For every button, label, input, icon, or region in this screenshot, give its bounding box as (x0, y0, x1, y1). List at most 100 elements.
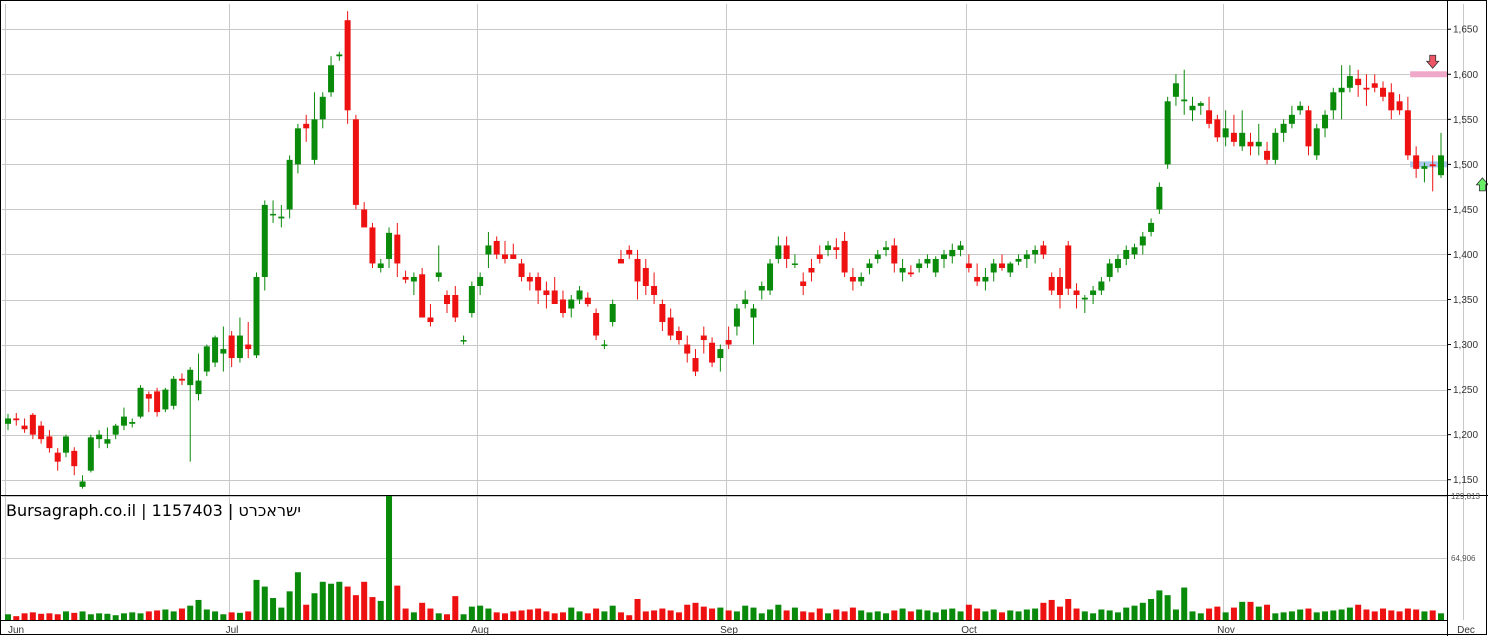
volume-bar (1222, 612, 1229, 620)
volume-bar (112, 615, 119, 620)
y-tick-label: 1,350 (1453, 295, 1478, 306)
price-series (5, 11, 1444, 489)
volume-bar (675, 612, 682, 620)
volume-bar (468, 606, 475, 620)
volume-bar (1023, 609, 1030, 620)
candle-body (1230, 132, 1237, 142)
volume-bar (518, 610, 525, 620)
volume-bar (1346, 607, 1353, 620)
volume-bar (54, 614, 61, 620)
candle-body (733, 308, 740, 327)
volume-bar (758, 613, 765, 620)
candle-body (941, 254, 948, 259)
candle-body (79, 481, 86, 487)
candle-body (1421, 166, 1428, 169)
volume-bar (261, 586, 268, 620)
volume-bar (79, 611, 86, 620)
candle-body (311, 119, 318, 160)
volume-bar (460, 614, 467, 620)
candle-body (1438, 155, 1444, 176)
candle-body (344, 20, 351, 111)
volume-bar (949, 608, 956, 620)
candle-body (261, 204, 268, 277)
volume-bar (1040, 602, 1047, 620)
candle-body (386, 232, 393, 259)
y-tick-label: 1,650 (1453, 25, 1478, 36)
candle-body (319, 96, 326, 120)
y-tick-label: 1,300 (1453, 340, 1478, 351)
volume-bar (1172, 609, 1179, 620)
volume-bar (659, 608, 666, 620)
candlestick-chart: 1,150 1,200 1,250 1,300 1,350 1,400 1,450 1,500… (0, 0, 1488, 636)
volume-bar (278, 607, 285, 620)
volume-bar (783, 610, 790, 620)
volume-bar (551, 613, 558, 620)
volume-bar (178, 608, 185, 620)
volume-bar (1156, 590, 1163, 620)
candle-body (883, 247, 890, 250)
candle-body (1081, 297, 1088, 300)
candle-body (1380, 87, 1387, 97)
volume-bar (402, 608, 409, 620)
volume-bar (104, 613, 111, 620)
candle-body (112, 425, 119, 435)
candle-body (154, 391, 161, 413)
volume-bar (394, 585, 401, 620)
chart-title: Bursagraph.co.il | 1157403 | ישראכרט (6, 501, 301, 520)
candle-body (328, 65, 335, 93)
candle-body (1247, 141, 1254, 147)
candle-body (1322, 114, 1329, 129)
candle-body (709, 342, 716, 363)
candle-body (717, 349, 724, 359)
volume-bar (129, 612, 136, 620)
candle-body (692, 358, 699, 372)
volume-bar (410, 612, 417, 620)
volume-bar (601, 611, 608, 620)
volume-bar (1421, 611, 1428, 620)
volume-bar (883, 613, 890, 620)
sell-arrow (1425, 54, 1440, 69)
candle-body (742, 299, 749, 305)
candle-body (576, 290, 583, 300)
candle-body (1139, 236, 1146, 246)
y-tick-label: 1,150 (1453, 475, 1478, 486)
volume-bar (800, 611, 807, 620)
volume-bar (584, 613, 591, 620)
candle-body (874, 254, 881, 259)
volume-bar (982, 611, 989, 620)
volume-bar (1355, 604, 1362, 620)
candle-body (1346, 76, 1353, 88)
candle-body (1404, 110, 1411, 156)
volume-bar (642, 611, 649, 620)
volume-bar (941, 609, 948, 620)
volume-bar (990, 609, 997, 620)
y-tick-label: 1,500 (1453, 160, 1478, 171)
volume-bar (1322, 611, 1329, 620)
candle-body (659, 304, 666, 323)
volume-bar (1338, 609, 1345, 620)
volume-bar (932, 612, 939, 620)
candle-body (104, 439, 111, 444)
candle-body (1388, 92, 1395, 111)
volume-bar (62, 611, 69, 620)
volume-bar (220, 614, 227, 620)
candle-body (369, 227, 376, 264)
candle-body (278, 216, 285, 219)
candle-body (1114, 258, 1121, 268)
candle-body (485, 245, 492, 255)
candle-body (1239, 132, 1246, 147)
volume-bar (725, 610, 732, 620)
volume-bar (29, 612, 36, 620)
x-tick-label: Jul (226, 625, 239, 636)
candle-body (1338, 87, 1345, 93)
candle-body (62, 436, 69, 453)
candle-body (825, 245, 832, 250)
candle-body (1305, 110, 1312, 147)
candle-body (974, 276, 981, 282)
volume-bar (617, 612, 624, 620)
candle-body (725, 340, 732, 345)
candle-body (584, 297, 591, 305)
candle-body (1065, 245, 1072, 289)
volume-bar (1305, 608, 1312, 620)
candle-body (236, 335, 243, 359)
